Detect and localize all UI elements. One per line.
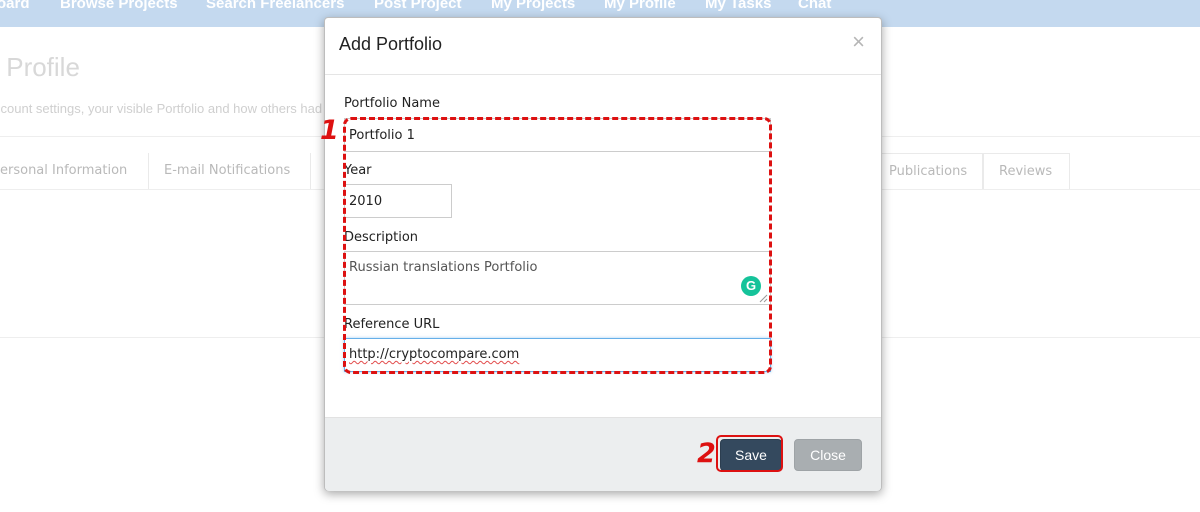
- annotation-number-1: 1: [320, 115, 339, 146]
- nav-item-my-projects[interactable]: My Projects: [491, 0, 575, 12]
- annotation-fields-highlight: [343, 117, 772, 374]
- tab-personal-information[interactable]: ersonal Information: [0, 153, 149, 189]
- tab-email-notifications[interactable]: E-mail Notifications: [149, 153, 311, 189]
- close-icon[interactable]: ×: [852, 31, 865, 53]
- dialog-title: Add Portfolio: [339, 34, 443, 54]
- nav-item-post-project[interactable]: Post Project: [374, 0, 462, 12]
- nav-item-chat[interactable]: Chat: [798, 0, 831, 12]
- dialog-footer: Save Close: [325, 417, 881, 491]
- page-description: ccount settings, your visible Portfolio …: [0, 101, 323, 116]
- portfolio-name-label: Portfolio Name: [344, 96, 440, 111]
- nav-item-dashboard[interactable]: oard: [0, 0, 30, 12]
- annotation-save-highlight: [716, 435, 783, 472]
- screen: oard Browse Projects Search Freelancers …: [0, 0, 1200, 512]
- tab-reviews[interactable]: Reviews: [983, 153, 1070, 189]
- nav-item-search-freelancers[interactable]: Search Freelancers: [206, 0, 344, 12]
- page-title: y Profile: [0, 52, 80, 82]
- close-button[interactable]: Close: [794, 439, 862, 471]
- annotation-number-2: 2: [697, 438, 716, 469]
- nav-item-my-profile[interactable]: My Profile: [604, 0, 676, 12]
- nav-item-browse-projects[interactable]: Browse Projects: [60, 0, 178, 12]
- tab-publications[interactable]: Publications: [873, 153, 983, 189]
- nav-item-my-tasks[interactable]: My Tasks: [705, 0, 771, 12]
- dialog-header: Add Portfolio ×: [325, 18, 881, 75]
